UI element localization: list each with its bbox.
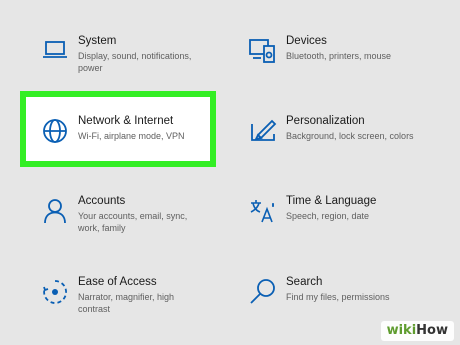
tile-description: Find my files, permissions bbox=[286, 292, 390, 302]
tile-description: Speech, region, date bbox=[286, 211, 370, 221]
tile-title: Time & Language bbox=[286, 195, 377, 207]
tile-description: Narrator, magnifier, high contrast bbox=[78, 292, 175, 314]
tile-title: Network & Internet bbox=[78, 115, 174, 127]
wikihow-watermark: wikiHow bbox=[380, 321, 454, 341]
tile-title: System bbox=[78, 35, 117, 47]
language-icon bbox=[248, 196, 278, 226]
settings-tile-personalization[interactable]: Personalization Background, lock screen,… bbox=[248, 114, 446, 146]
tile-title: Personalization bbox=[286, 115, 365, 127]
globe-icon bbox=[40, 116, 70, 146]
settings-tile-ease-of-access[interactable]: Ease of Access Narrator, magnifier, high… bbox=[40, 275, 198, 315]
person-icon bbox=[40, 196, 70, 226]
devices-icon bbox=[248, 36, 278, 66]
tile-title: Ease of Access bbox=[78, 276, 157, 288]
paint-brush-icon bbox=[248, 116, 278, 146]
tile-description: Bluetooth, printers, mouse bbox=[286, 51, 392, 61]
settings-tile-search[interactable]: Search Find my files, permissions bbox=[248, 275, 436, 307]
tile-description: Your accounts, email, sync, work, family bbox=[78, 211, 188, 233]
tile-description: Wi-Fi, airplane mode, VPN bbox=[78, 131, 185, 141]
tile-description: Background, lock screen, colors bbox=[286, 131, 414, 141]
tile-title: Devices bbox=[286, 35, 327, 47]
laptop-icon bbox=[40, 36, 70, 66]
watermark-prefix: wiki bbox=[386, 323, 417, 338]
settings-tile-time-language[interactable]: Time & Language Speech, region, date bbox=[248, 194, 436, 226]
settings-tile-devices[interactable]: Devices Bluetooth, printers, mouse bbox=[248, 34, 436, 66]
watermark-suffix: How bbox=[416, 323, 448, 338]
tile-description: Display, sound, notifications, power bbox=[78, 51, 192, 73]
tile-title: Search bbox=[286, 276, 323, 288]
ease-of-access-icon bbox=[40, 277, 70, 307]
settings-tile-system[interactable]: System Display, sound, notifications, po… bbox=[40, 34, 208, 74]
search-icon bbox=[248, 277, 278, 307]
tile-title: Accounts bbox=[78, 195, 126, 207]
settings-tile-network[interactable]: Network & Internet Wi-Fi, airplane mode,… bbox=[40, 114, 218, 146]
settings-tile-accounts[interactable]: Accounts Your accounts, email, sync, wor… bbox=[40, 194, 198, 234]
